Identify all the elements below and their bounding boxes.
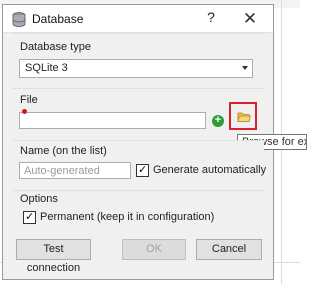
- options-label: Options: [20, 193, 58, 205]
- database-type-label: Database type: [20, 41, 91, 53]
- database-type-value: SQLite 3: [25, 62, 68, 74]
- required-indicator-icon: [22, 109, 27, 114]
- folder-open-icon: [237, 112, 251, 122]
- database-type-select[interactable]: SQLite 3: [19, 59, 253, 78]
- dialog-title: Database: [32, 12, 84, 26]
- file-label: File: [20, 94, 38, 106]
- name-label: Name (on the list): [20, 145, 107, 157]
- test-connection-button[interactable]: Test connection: [16, 239, 91, 274]
- help-button[interactable]: ?: [202, 9, 220, 29]
- file-path-input[interactable]: [19, 112, 206, 129]
- cancel-button[interactable]: Cancel: [196, 239, 262, 260]
- create-new-database-button[interactable]: +: [212, 115, 224, 127]
- chevron-down-icon: [242, 66, 248, 70]
- check-icon: ✓: [25, 211, 35, 223]
- permanent-label: Permanent (keep it in configuration): [40, 211, 215, 223]
- database-icon: [12, 12, 26, 27]
- title-bar: Database ? ✕: [3, 5, 273, 33]
- check-icon: ✓: [138, 164, 148, 176]
- browse-button[interactable]: [229, 102, 257, 130]
- close-button[interactable]: ✕: [239, 8, 261, 30]
- permanent-checkbox[interactable]: ✓: [23, 211, 36, 224]
- ok-button[interactable]: OK: [122, 239, 186, 260]
- generate-automatically-checkbox[interactable]: ✓: [136, 164, 149, 177]
- generate-automatically-label: Generate automatically: [153, 164, 267, 176]
- name-input[interactable]: Auto-generated: [19, 162, 131, 179]
